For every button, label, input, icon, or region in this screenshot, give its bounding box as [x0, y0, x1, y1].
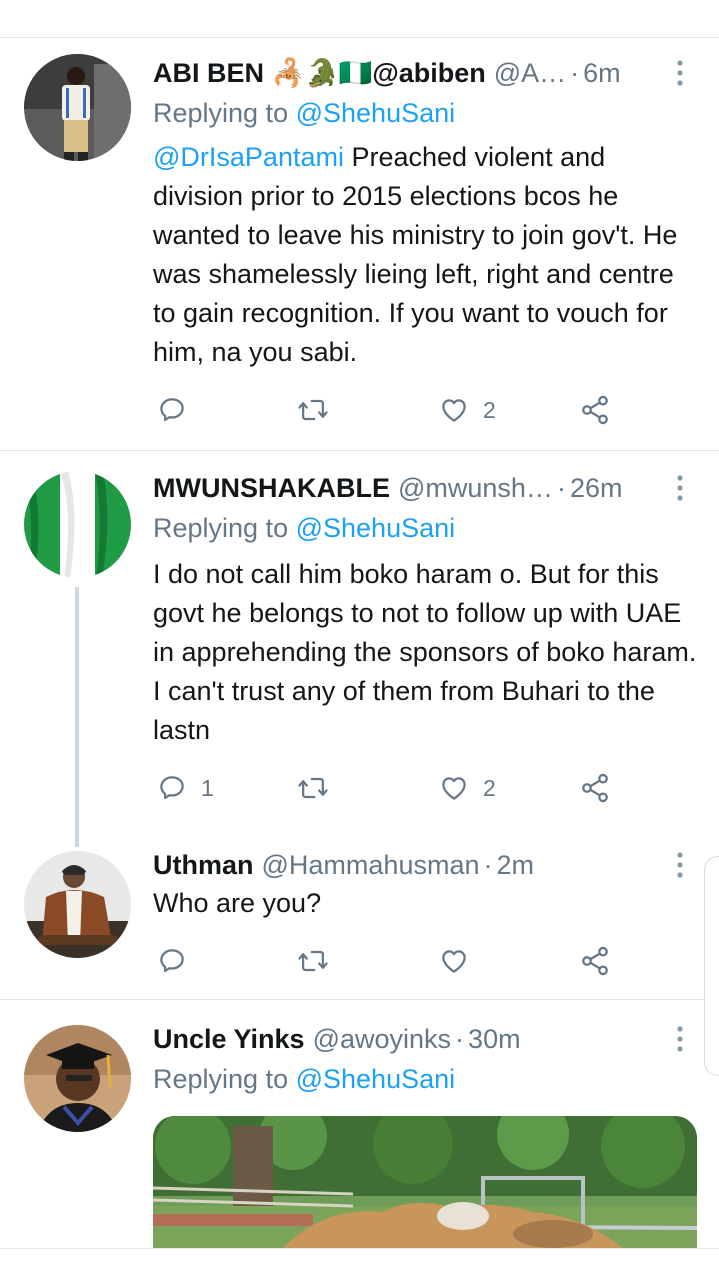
- more-vertical-icon: [677, 1026, 683, 1052]
- tweet-header: MWUNSHAKABLE @mwunsh… · 26m: [153, 471, 668, 505]
- share-button[interactable]: [579, 390, 611, 430]
- mention-link[interactable]: @DrIsaPantami: [153, 142, 344, 172]
- reply-button[interactable]: 1: [157, 768, 214, 808]
- replying-to: Replying to @ShehuSani: [153, 98, 455, 129]
- reply-button[interactable]: [157, 390, 201, 430]
- reply-icon: [160, 398, 184, 422]
- replying-to-label: Replying to: [153, 98, 289, 128]
- more-vertical-icon: [677, 852, 683, 878]
- replying-to: Replying to @ShehuSani: [153, 513, 455, 544]
- tweet-text: @DrIsaPantami Preached violent and divis…: [153, 138, 701, 372]
- retweet-icon: [298, 777, 328, 799]
- replying-to-label: Replying to: [153, 1064, 289, 1094]
- reply-count: 1: [201, 774, 214, 801]
- media-photo-cattle-in-field: [153, 1116, 697, 1248]
- reply-target-link[interactable]: @ShehuSani: [296, 98, 456, 128]
- avatar[interactable]: [24, 1025, 131, 1132]
- scrollbar-handle[interactable]: [704, 856, 719, 1076]
- avatar-photo-person: [24, 54, 131, 161]
- timestamp[interactable]: 6m: [583, 58, 621, 89]
- more-options-button[interactable]: [668, 1022, 692, 1056]
- tweet-divider: [0, 450, 719, 451]
- retweet-icon: [298, 950, 328, 972]
- username[interactable]: @awoyinks: [313, 1024, 451, 1055]
- thread-connector-line: [75, 587, 79, 847]
- username[interactable]: @A…: [494, 58, 566, 89]
- reply-icon: [160, 776, 184, 800]
- tweet-body-text: Preached violent and division prior to 2…: [153, 142, 678, 367]
- more-vertical-icon: [677, 60, 683, 86]
- tweet-text: I do not call him boko haram o. But for …: [153, 559, 697, 745]
- avatar[interactable]: [24, 851, 131, 958]
- reply-button[interactable]: [157, 941, 201, 981]
- share-icon: [582, 773, 608, 803]
- tweet-header: Uncle Yinks @awoyinks · 30m: [153, 1022, 668, 1056]
- avatar-photo-person: [24, 851, 131, 958]
- reply-target-link[interactable]: @ShehuSani: [296, 1064, 456, 1094]
- avatar[interactable]: [24, 54, 131, 161]
- more-options-button[interactable]: [668, 471, 692, 505]
- display-name[interactable]: MWUNSHAKABLE: [153, 473, 390, 504]
- reply-target-link[interactable]: @ShehuSani: [296, 513, 456, 543]
- timestamp[interactable]: 30m: [468, 1024, 521, 1055]
- retweet-icon: [298, 399, 328, 421]
- tweet-mwunshakable[interactable]: MWUNSHAKABLE @mwunsh… · 26m Replying to …: [0, 471, 719, 847]
- heart-icon: [442, 399, 466, 422]
- action-bar: 1 2: [153, 768, 633, 808]
- tweet-divider: [0, 999, 719, 1000]
- tweet-uthman[interactable]: Uthman @Hammahusman · 2m Who are you?: [0, 848, 719, 998]
- like-count: 2: [483, 774, 496, 801]
- like-button[interactable]: 2: [439, 390, 496, 430]
- share-button[interactable]: [579, 768, 611, 808]
- display-name[interactable]: Uncle Yinks: [153, 1024, 305, 1055]
- separator-dot: ·: [556, 472, 566, 503]
- separator-dot: ·: [483, 849, 493, 880]
- heart-icon: [442, 950, 466, 973]
- like-button[interactable]: 2: [439, 768, 496, 808]
- top-divider: [0, 37, 719, 38]
- timestamp[interactable]: 26m: [570, 473, 623, 504]
- action-bar: [153, 941, 633, 981]
- share-icon: [582, 946, 608, 976]
- tweet-text: Who are you?: [153, 888, 322, 918]
- tweet-abiben[interactable]: ABI BEN 🦂🐊🇳🇬@abiben @A… · 6m Replying to…: [0, 54, 719, 450]
- replying-to: Replying to @ShehuSani: [153, 1064, 455, 1095]
- retweet-button[interactable]: [297, 941, 343, 981]
- display-name[interactable]: ABI BEN 🦂🐊🇳🇬@abiben: [153, 57, 486, 89]
- display-name[interactable]: Uthman: [153, 850, 254, 881]
- username[interactable]: @mwunsh…: [398, 473, 553, 504]
- tweet-media-image[interactable]: [153, 1116, 697, 1248]
- more-options-button[interactable]: [668, 848, 692, 882]
- share-icon: [582, 395, 608, 425]
- action-bar: 2: [153, 390, 633, 430]
- username[interactable]: @Hammahusman: [262, 850, 480, 881]
- replying-to-label: Replying to: [153, 513, 289, 543]
- bottom-divider: [0, 1248, 719, 1249]
- retweet-button[interactable]: [297, 390, 343, 430]
- avatar-nigeria-flag: [24, 471, 131, 578]
- retweet-button[interactable]: [297, 768, 343, 808]
- share-button[interactable]: [579, 941, 611, 981]
- timestamp[interactable]: 2m: [496, 850, 534, 881]
- more-options-button[interactable]: [668, 56, 692, 90]
- separator-dot: ·: [455, 1023, 465, 1054]
- avatar[interactable]: [24, 471, 131, 578]
- reply-icon: [160, 949, 184, 973]
- heart-icon: [442, 777, 466, 800]
- like-count: 2: [483, 396, 496, 423]
- separator-dot: ·: [570, 57, 580, 88]
- tweet-awoyinks[interactable]: Uncle Yinks @awoyinks · 30m Replying to …: [0, 1022, 719, 1248]
- tweet-header: Uthman @Hammahusman · 2m: [153, 848, 668, 882]
- more-vertical-icon: [677, 475, 683, 501]
- like-button[interactable]: [439, 941, 483, 981]
- avatar-photo-person: [24, 1025, 131, 1132]
- tweet-header: ABI BEN 🦂🐊🇳🇬@abiben @A… · 6m: [153, 56, 668, 90]
